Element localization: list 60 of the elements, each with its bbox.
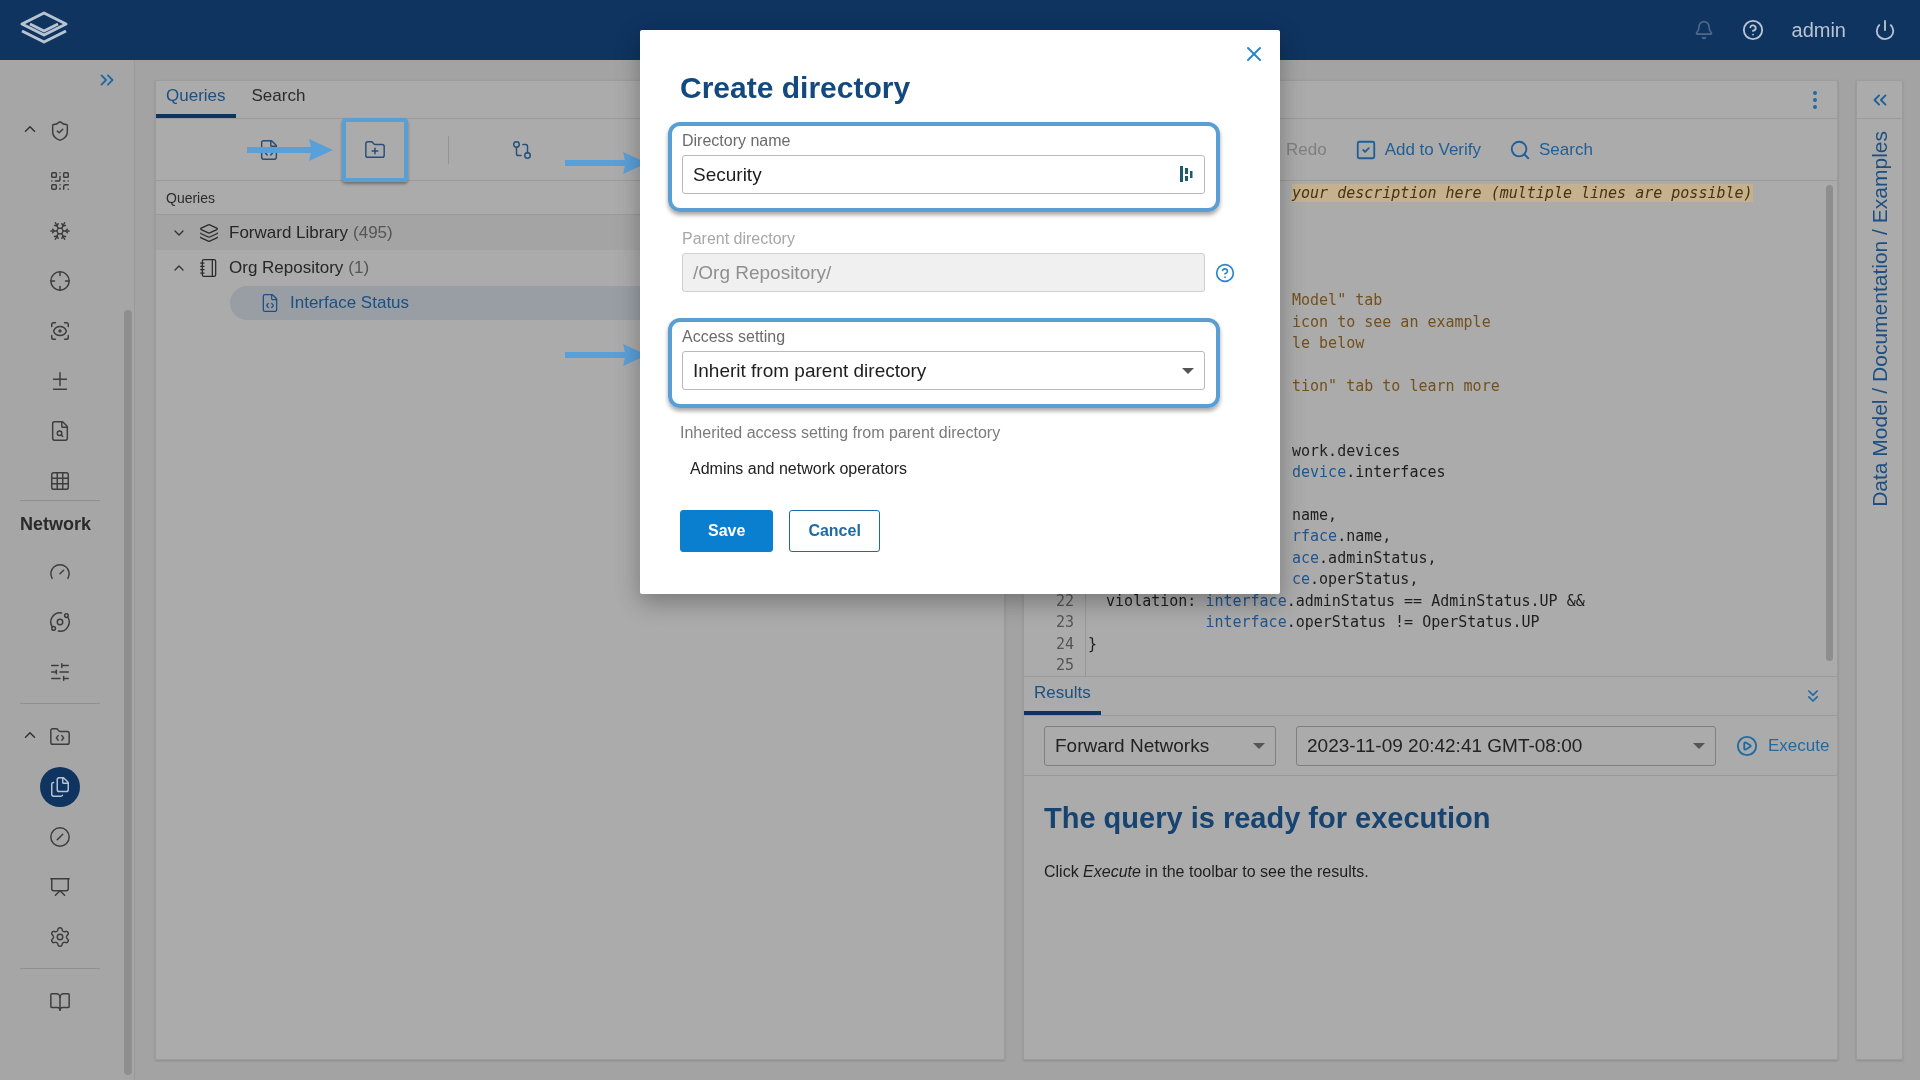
folder-plus-icon — [364, 138, 386, 161]
files-icon[interactable] — [40, 767, 80, 807]
network-select[interactable]: Forward Networks — [1044, 725, 1276, 766]
code-line: icon to see an example — [1291, 312, 1491, 331]
code-line: violation: interface.adminStatus == AdminStatus.UP && — [1105, 591, 1585, 610]
line-number: 25 — [1054, 656, 1075, 675]
code-line: } — [1087, 634, 1098, 653]
autofill-icon[interactable] — [1179, 165, 1193, 183]
line-number: 24 — [1054, 634, 1075, 653]
toolbar-button[interactable]: Add to Verify — [1354, 138, 1482, 161]
tab[interactable]: Results — [1024, 675, 1101, 715]
field-label: Parent directory — [682, 230, 796, 248]
tab[interactable]: Search — [241, 78, 316, 118]
code-line: le below — [1291, 334, 1365, 353]
line-number: 23 — [1054, 613, 1075, 632]
code-file-icon — [258, 138, 280, 161]
code-line: interface.operStatus != OperStatus.UP — [1204, 613, 1540, 632]
execute-button[interactable]: Execute — [1736, 734, 1830, 757]
field-label: Directory name — [682, 132, 792, 150]
tree-label[interactable]: Forward Library — [229, 222, 349, 243]
snapshot-select[interactable]: 2023-11-09 20:42:41 GMT-08:00 — [1296, 725, 1716, 766]
notebook-icon — [199, 257, 219, 278]
layers-icon — [199, 222, 219, 243]
search-icon — [1509, 138, 1532, 161]
compare-icon — [511, 138, 533, 161]
scrollbar[interactable] — [124, 310, 132, 1075]
info-value: Admins and network operators — [690, 460, 908, 478]
code-line: Model" tab — [1291, 291, 1383, 310]
field-label: Access setting — [682, 328, 787, 346]
item-count: (1) — [348, 257, 370, 278]
dropdown[interactable]: Inherit from parent directory — [682, 351, 1205, 390]
results-message: Click Execute in the toolbar to see the results. — [1044, 863, 1370, 881]
section-label: Network — [19, 512, 92, 536]
item-count: (495) — [353, 222, 393, 243]
code-file-icon — [260, 292, 280, 313]
code-line: tion" tab to learn more — [1291, 377, 1500, 396]
save-button[interactable]: Save — [680, 510, 774, 552]
tab[interactable]: Queries — [156, 78, 236, 118]
code-line: name, — [1291, 506, 1338, 524]
info-label: Inherited access setting from parent directory — [680, 424, 1002, 442]
code-line: device.interfaces — [1291, 463, 1446, 482]
help-icon[interactable] — [1741, 19, 1764, 41]
cancel-button[interactable]: Cancel — [789, 510, 880, 552]
user-name[interactable]: admin — [1791, 18, 1846, 42]
code-line: rface.name, — [1291, 527, 1392, 546]
new-folder-button[interactable] — [342, 117, 408, 182]
caret-icon — [1182, 367, 1194, 374]
power-icon[interactable] — [1874, 19, 1896, 41]
scrollbar[interactable] — [1826, 185, 1833, 661]
line-number: 22 — [1054, 591, 1075, 610]
results-heading: The query is ready for execution — [1044, 802, 1492, 835]
tree-label[interactable]: Org Repository — [229, 257, 344, 278]
checkbox-icon — [1354, 138, 1377, 161]
code-line: ce.operStatus, — [1291, 570, 1419, 589]
play-icon — [1736, 734, 1758, 757]
code-line: ace.adminStatus, — [1291, 548, 1437, 567]
toolbar-button[interactable]: Search — [1509, 138, 1593, 161]
text-input[interactable]: Security — [682, 155, 1205, 194]
dialog-title: Create directory — [680, 70, 912, 106]
code-line: work.devices — [1291, 441, 1401, 460]
